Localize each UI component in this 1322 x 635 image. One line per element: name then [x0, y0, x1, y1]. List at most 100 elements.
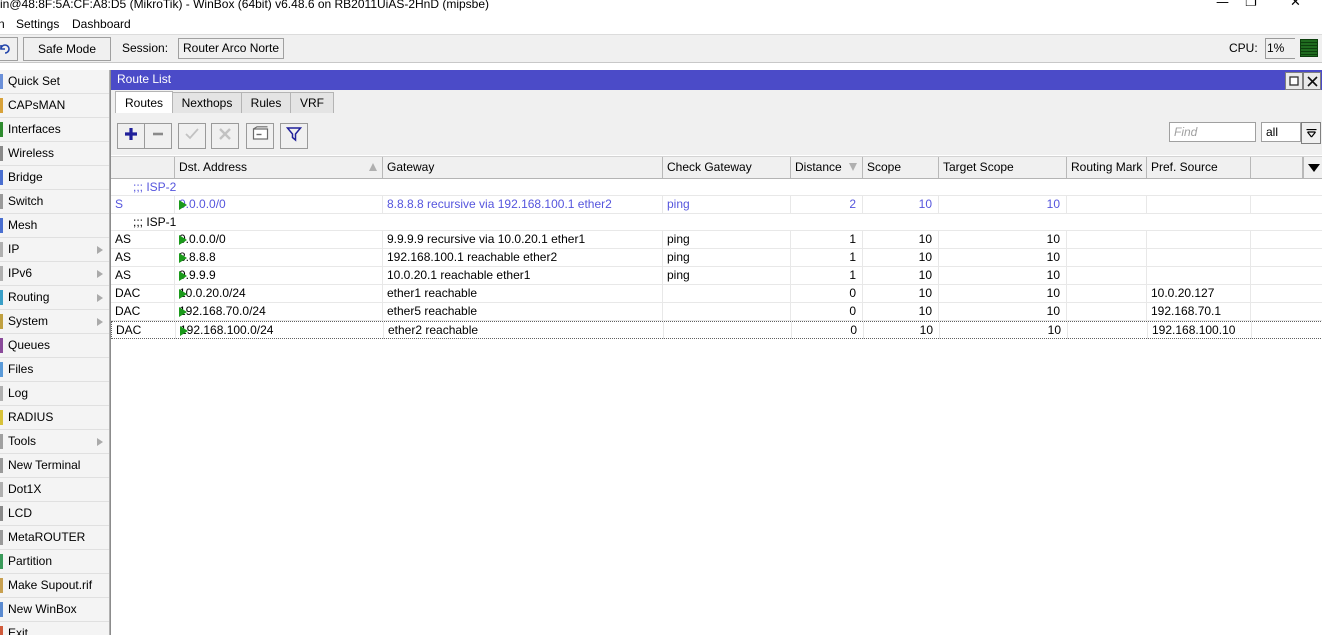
tab-routes[interactable]: Routes	[115, 91, 173, 113]
column-header-target-scope[interactable]: Target Scope	[939, 157, 1067, 178]
cell-pref-source: 10.0.20.127	[1147, 285, 1251, 302]
cell-check-gateway: ping	[663, 231, 791, 248]
route-table-body: ;;; ISP-2S0.0.0.0/08.8.8.8 recursive via…	[111, 179, 1322, 339]
cell-status: DAC	[112, 322, 176, 339]
sidebar-item-ipv6[interactable]: IPv6	[0, 262, 109, 286]
app-menu-bar: n Settings Dashboard	[0, 14, 1322, 35]
sidebar-item-new-winbox[interactable]: New WinBox	[0, 598, 109, 622]
sidebar-item-log[interactable]: Log	[0, 382, 109, 406]
table-comment-row[interactable]: ;;; ISP-1	[111, 214, 1322, 231]
cell-status: AS	[111, 267, 175, 284]
table-row[interactable]: AS0.0.0.0/09.9.9.9 recursive via 10.0.20…	[111, 231, 1322, 249]
filter-select[interactable]: all	[1261, 122, 1301, 142]
window-maximize-button[interactable]: ❐	[1245, 0, 1257, 10]
comment-icon	[252, 126, 269, 146]
sidebar-item-queues[interactable]: Queues	[0, 334, 109, 358]
sidebar-item-new-terminal[interactable]: New Terminal	[0, 454, 109, 478]
sidebar-item-color-stub	[0, 626, 3, 635]
remove-button[interactable]	[144, 123, 172, 149]
window-minimize-button[interactable]: —	[1216, 0, 1229, 10]
sidebar-item-files[interactable]: Files	[0, 358, 109, 382]
column-header-label: Gateway	[387, 160, 434, 174]
sidebar-item-system[interactable]: System	[0, 310, 109, 334]
session-name-field[interactable]: Router Arco Norte	[178, 38, 284, 59]
column-header-scope[interactable]: Scope	[863, 157, 939, 178]
sidebar-item-color-stub	[0, 122, 3, 137]
table-row[interactable]: AS8.8.8.8192.168.100.1 reachable ether2p…	[111, 249, 1322, 267]
cell-distance: 1	[791, 249, 863, 266]
chevron-right-icon	[97, 270, 103, 278]
route-list-restore-button[interactable]	[1285, 72, 1303, 90]
sidebar-item-ip[interactable]: IP	[0, 238, 109, 262]
menu-item-settings[interactable]: Settings	[12, 16, 63, 32]
column-chooser-button[interactable]	[1303, 157, 1322, 178]
column-header-gateway[interactable]: Gateway	[383, 157, 663, 178]
column-header-blank[interactable]	[1251, 157, 1303, 178]
table-row[interactable]: DAC10.0.20.0/24ether1 reachable0101010.0…	[111, 285, 1322, 303]
enable-button	[178, 123, 206, 149]
filter-button[interactable]	[280, 123, 308, 149]
column-header-pref-source[interactable]: Pref. Source	[1147, 157, 1251, 178]
cell-status: S	[111, 196, 175, 213]
tab-rules[interactable]: Rules	[241, 92, 291, 113]
sidebar-item-capsman[interactable]: CAPsMAN	[0, 94, 109, 118]
sidebar-item-lcd[interactable]: LCD	[0, 502, 109, 526]
cell-pref-source	[1147, 267, 1251, 284]
add-button[interactable]	[117, 123, 145, 149]
column-header-distance[interactable]: Distance	[791, 157, 863, 178]
safe-mode-button[interactable]: Safe Mode	[23, 37, 111, 61]
sidebar-item-quick-set[interactable]: Quick Set	[0, 70, 109, 94]
sidebar-item-label: Exit	[8, 626, 28, 635]
cell-scope: 10	[864, 322, 940, 339]
comment-button[interactable]	[246, 123, 274, 149]
sidebar-item-label: CAPsMAN	[8, 98, 65, 112]
sidebar-item-wireless[interactable]: Wireless	[0, 142, 109, 166]
route-table-header: Dst. Address Gateway Check GatewayDistance…	[111, 156, 1322, 179]
sidebar-item-label: Log	[8, 386, 28, 400]
sidebar-item-metarouter[interactable]: MetaROUTER	[0, 526, 109, 550]
table-row[interactable]: DAC192.168.100.0/24ether2 reachable01010…	[111, 321, 1322, 339]
sidebar-item-bridge[interactable]: Bridge	[0, 166, 109, 190]
sidebar-item-exit[interactable]: Exit	[0, 622, 109, 635]
table-row[interactable]: S0.0.0.0/08.8.8.8 recursive via 192.168.…	[111, 196, 1322, 214]
undo-button[interactable]	[0, 37, 18, 61]
sidebar-item-partition[interactable]: Partition	[0, 550, 109, 574]
menu-item-dashboard[interactable]: Dashboard	[68, 16, 135, 32]
column-header-dst-address[interactable]: Dst. Address	[175, 157, 383, 178]
filter-dropdown-button[interactable]	[1301, 122, 1321, 144]
route-list-title: Route List	[117, 72, 171, 86]
sidebar-item-interfaces[interactable]: Interfaces	[0, 118, 109, 142]
cell-gateway: 8.8.8.8 recursive via 192.168.100.1 ethe…	[383, 196, 663, 213]
tab-vrf[interactable]: VRF	[290, 92, 334, 113]
sidebar-item-label: MetaROUTER	[8, 530, 85, 544]
sidebar-item-dot1x[interactable]: Dot1X	[0, 478, 109, 502]
sidebar-item-radius[interactable]: RADIUS	[0, 406, 109, 430]
column-header-blank[interactable]	[111, 157, 175, 178]
sidebar-item-label: Queues	[8, 338, 50, 352]
menu-item-file[interactable]: n	[0, 16, 9, 32]
table-comment-row[interactable]: ;;; ISP-2	[111, 179, 1322, 196]
cell-scope: 10	[863, 285, 939, 302]
sidebar-item-switch[interactable]: Switch	[0, 190, 109, 214]
sidebar-item-make-supout-rif[interactable]: Make Supout.rif	[0, 574, 109, 598]
column-header-routing-mark[interactable]: Routing Mark	[1067, 157, 1147, 178]
table-row[interactable]: DAC192.168.70.0/24ether5 reachable010101…	[111, 303, 1322, 321]
cell-distance: 0	[792, 322, 864, 339]
sidebar-item-mesh[interactable]: Mesh	[0, 214, 109, 238]
sidebar-item-routing[interactable]: Routing	[0, 286, 109, 310]
table-row[interactable]: AS9.9.9.910.0.20.1 reachable ether1ping1…	[111, 267, 1322, 285]
column-header-label: Pref. Source	[1151, 160, 1218, 174]
sidebar-item-tools[interactable]: Tools	[0, 430, 109, 454]
window-close-button[interactable]: ✕	[1290, 0, 1301, 10]
cell-scope: 10	[863, 303, 939, 320]
cross-icon	[217, 126, 233, 147]
cell-dst: 192.168.70.0/24	[175, 303, 383, 320]
cell-target-scope: 10	[939, 196, 1067, 213]
search-input[interactable]: Find	[1169, 122, 1256, 142]
tab-nexthops[interactable]: Nexthops	[172, 92, 242, 113]
route-list-close-button[interactable]	[1303, 72, 1321, 90]
sidebar-item-color-stub	[0, 602, 3, 617]
cell-spare	[1251, 196, 1303, 213]
sidebar-item-color-stub	[0, 98, 3, 113]
column-header-check-gateway[interactable]: Check Gateway	[663, 157, 791, 178]
